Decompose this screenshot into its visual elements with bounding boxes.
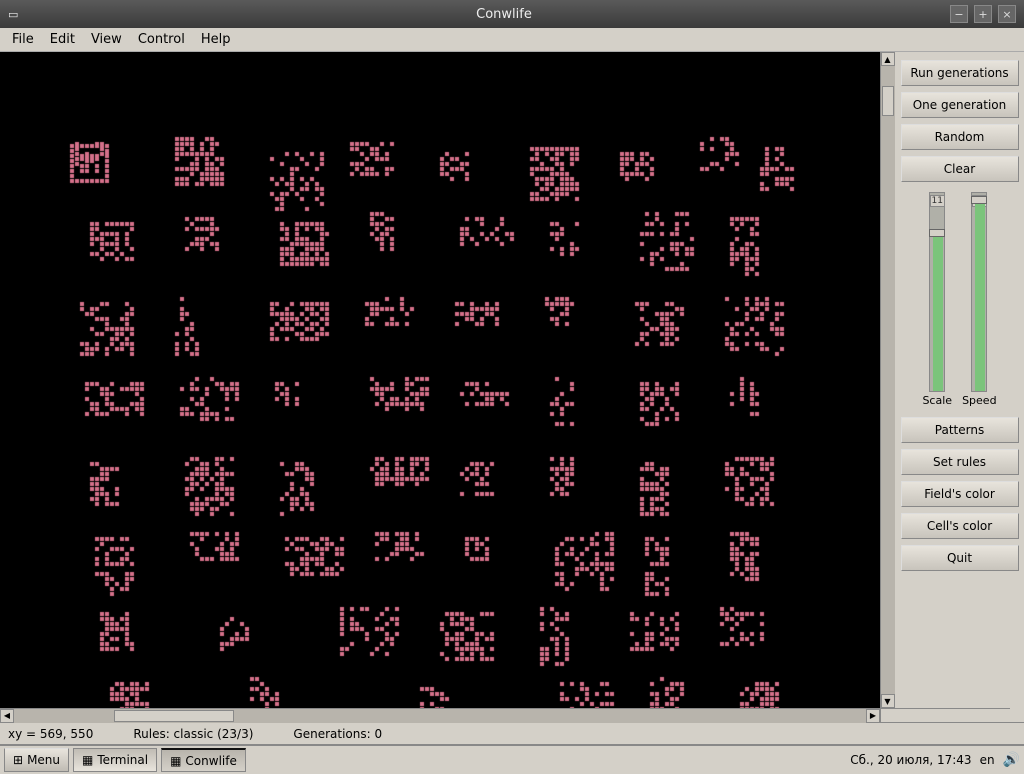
one-generation-button[interactable]: One generation: [901, 92, 1019, 118]
scale-fill: [933, 233, 943, 391]
scale-thumb[interactable]: [929, 229, 945, 237]
menu-item-help[interactable]: Help: [193, 30, 239, 49]
menu-item-view[interactable]: View: [83, 30, 130, 49]
scroll-right-arrow[interactable]: ▶: [866, 709, 880, 723]
close-button[interactable]: ×: [998, 5, 1016, 23]
horizontal-scrollbar[interactable]: ◀ ▶: [0, 708, 880, 722]
speed-fill: [975, 203, 985, 391]
fields-color-button[interactable]: Field's color: [901, 481, 1019, 507]
quit-button[interactable]: Quit: [901, 545, 1019, 571]
scroll-track[interactable]: [881, 66, 895, 694]
corner-piece: [880, 708, 1010, 722]
scale-value: 11: [930, 195, 945, 207]
right-panel: Run generations One generation Random Clear…: [894, 52, 1024, 708]
scroll-thumb[interactable]: [882, 86, 894, 116]
clear-button[interactable]: Clear: [901, 156, 1019, 182]
scale-label: Scale: [922, 394, 952, 407]
minimize-button[interactable]: −: [950, 5, 968, 23]
datetime: Сб., 20 июля, 17:43: [850, 753, 971, 767]
conwlife-icon: ▦: [170, 754, 181, 768]
titlebar-left: ▭: [8, 8, 58, 21]
scale-slider-track[interactable]: 11: [929, 192, 945, 392]
start-label: Menu: [27, 753, 60, 767]
taskbar: ⊞ Menu ▦ Terminal ▦ Conwlife Сб., 20 июл…: [0, 744, 1024, 774]
game-canvas-area[interactable]: [0, 52, 880, 708]
hscroll-track[interactable]: [14, 709, 866, 723]
titlebar: ▭ Conwlife − + ×: [0, 0, 1024, 28]
statusbar: xy = 569, 550 Rules: classic (23/3) Gene…: [0, 722, 1024, 744]
speed-slider-track[interactable]: 11: [971, 192, 987, 392]
start-icon: ⊞: [13, 753, 23, 767]
titlebar-controls: − + ×: [950, 5, 1016, 23]
random-button[interactable]: Random: [901, 124, 1019, 150]
sliders-container: 11 Scale 11 Speed: [922, 192, 996, 407]
volume-icon[interactable]: 🔊: [1003, 752, 1020, 768]
patterns-button[interactable]: Patterns: [901, 417, 1019, 443]
menu-item-control[interactable]: Control: [130, 30, 193, 49]
menu-item-file[interactable]: File: [4, 30, 42, 49]
hscroll-row: ◀ ▶: [0, 708, 1024, 722]
menubar: FileEditViewControlHelp: [0, 28, 1024, 52]
scroll-up-arrow[interactable]: ▲: [881, 52, 895, 66]
speed-label: Speed: [962, 394, 996, 407]
conwlife-label: Conwlife: [185, 754, 236, 768]
lang-indicator: en: [980, 753, 995, 767]
titlebar-title: Conwlife: [58, 7, 950, 22]
terminal-label: Terminal: [97, 753, 148, 767]
terminal-icon: ▦: [82, 753, 93, 767]
cells-color-button[interactable]: Cell's color: [901, 513, 1019, 539]
vertical-scrollbar[interactable]: ▲ ▼: [880, 52, 894, 708]
main-area: ▲ ▼ Run generations One generation Random C…: [0, 52, 1024, 708]
maximize-button[interactable]: +: [974, 5, 992, 23]
menu-item-edit[interactable]: Edit: [42, 30, 83, 49]
set-rules-button[interactable]: Set rules: [901, 449, 1019, 475]
start-button[interactable]: ⊞ Menu: [4, 748, 69, 772]
scale-slider-wrapper: 11 Scale: [922, 192, 952, 407]
taskbar-conwlife[interactable]: ▦ Conwlife: [161, 748, 246, 772]
rules-status: Rules: classic (23/3): [133, 727, 253, 741]
scroll-left-arrow[interactable]: ◀: [0, 709, 14, 723]
titlebar-menu-icon[interactable]: ▭: [8, 8, 18, 21]
speed-thumb[interactable]: [971, 196, 987, 204]
taskbar-terminal[interactable]: ▦ Terminal: [73, 748, 157, 772]
hscroll-thumb[interactable]: [114, 710, 234, 722]
taskbar-right: Сб., 20 июля, 17:43 en 🔊: [850, 752, 1020, 768]
scroll-down-arrow[interactable]: ▼: [881, 694, 895, 708]
speed-slider-wrapper: 11 Speed: [962, 192, 996, 407]
run-generations-button[interactable]: Run generations: [901, 60, 1019, 86]
generations-status: Generations: 0: [293, 727, 382, 741]
xy-status: xy = 569, 550: [8, 727, 93, 741]
game-canvas[interactable]: [0, 52, 880, 708]
